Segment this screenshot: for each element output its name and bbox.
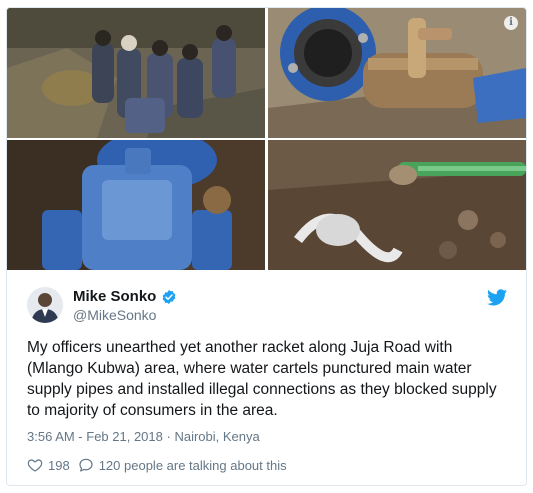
like-action[interactable]: 198 <box>27 457 70 473</box>
avatar[interactable] <box>27 287 63 323</box>
tweet-actions: 198 120 people are talking about this <box>27 457 295 473</box>
photo-gate-valve[interactable] <box>7 140 265 270</box>
photo-grid: i <box>7 8 526 270</box>
heart-icon <box>27 459 43 472</box>
info-icon[interactable]: i <box>504 16 518 30</box>
photo-workers-digging[interactable] <box>7 8 265 138</box>
tweet-text: My officers unearthed yet another racket… <box>27 339 497 419</box>
tweet-author: Mike Sonko @MikeSonko <box>27 285 507 325</box>
tweet-embed-card[interactable]: i Mike Sonko @MikeSonko My officers unea… <box>6 7 527 486</box>
talking-count: 120 people are talking about this <box>98 457 287 473</box>
conversation-action[interactable]: 120 people are talking about this <box>78 457 287 473</box>
like-count: 198 <box>48 457 70 473</box>
meta-separator: · <box>166 429 171 444</box>
photo-pipe-flange[interactable]: i <box>268 8 526 138</box>
reply-bubble-icon <box>79 458 93 472</box>
tweet-metadata: 3:56 AM - Feb 21, 2018 · Nairobi, Kenya <box>27 429 260 444</box>
verified-badge-icon <box>163 289 176 304</box>
author-name[interactable]: Mike Sonko <box>73 288 156 305</box>
author-name-row: Mike Sonko <box>73 288 177 305</box>
author-handle[interactable]: @MikeSonko <box>73 307 156 323</box>
photo-punctured-pipe[interactable] <box>268 140 526 270</box>
tweet-timestamp[interactable]: 3:56 AM - Feb 21, 2018 <box>27 429 163 444</box>
tweet-location[interactable]: Nairobi, Kenya <box>174 429 259 444</box>
twitter-bird-icon[interactable] <box>487 289 507 306</box>
